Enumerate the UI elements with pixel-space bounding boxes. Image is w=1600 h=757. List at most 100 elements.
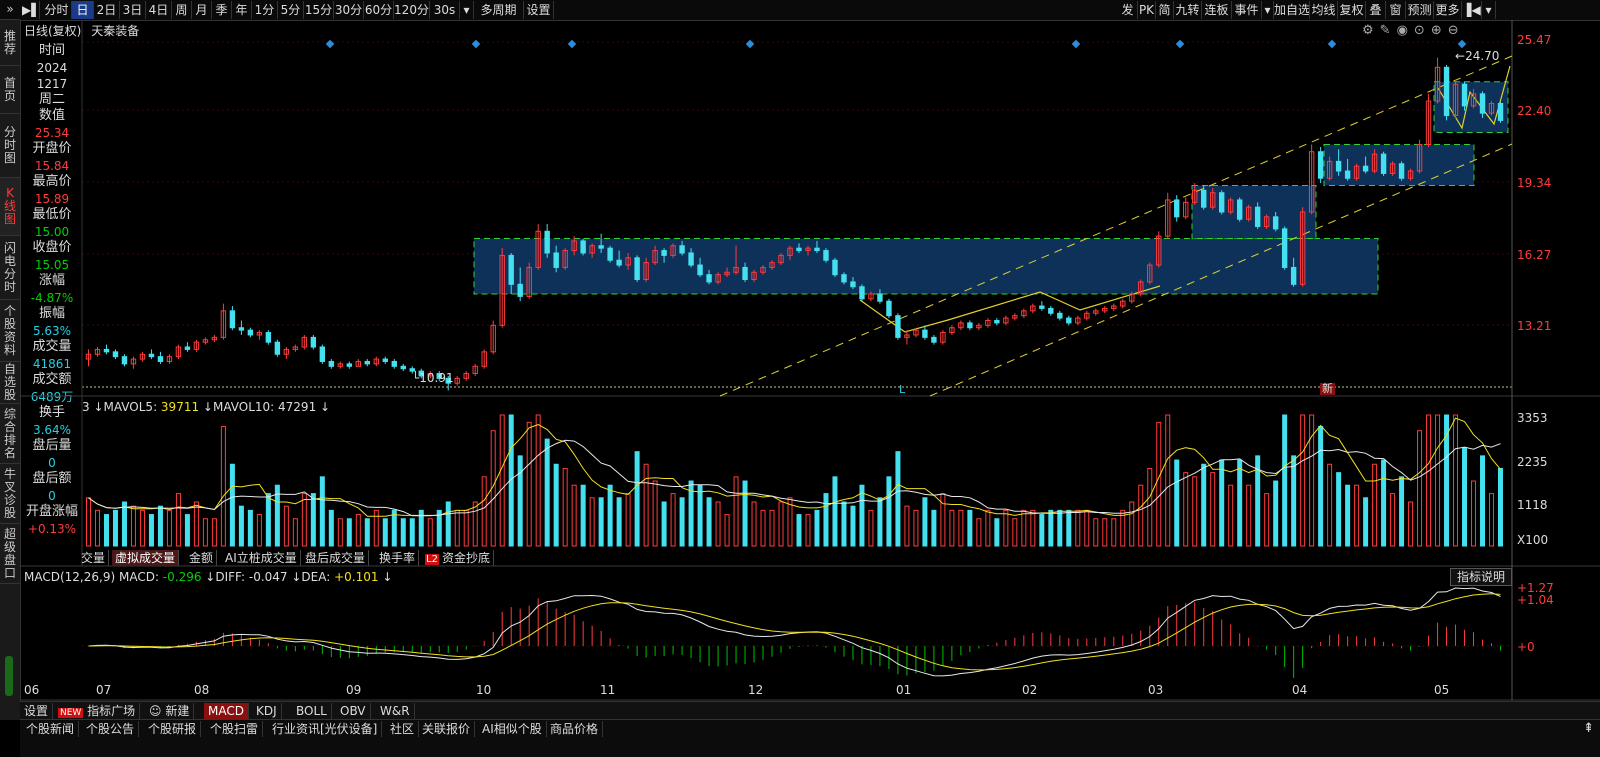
candle-body (184, 346, 191, 350)
volume-bar (1192, 476, 1198, 547)
volume-bar (886, 476, 892, 547)
candle-body (607, 247, 613, 261)
volume-tab-4[interactable]: 盘后成交量 (302, 550, 370, 566)
volume-bar (1210, 472, 1216, 547)
high-annotation: ←24.70 (1455, 49, 1500, 63)
zoom-out-icon[interactable]: ⊖ (1448, 23, 1465, 38)
scroll-handle[interactable] (5, 656, 13, 696)
indicator-settings-button[interactable]: 设置 (20, 703, 54, 719)
volume-bar (1435, 414, 1441, 547)
volume-tab-2[interactable]: 金额 (186, 550, 218, 566)
indicator-kdj[interactable]: KDJ (252, 703, 282, 719)
news-tab-7[interactable]: AI相似个股 (478, 721, 547, 737)
marker-new[interactable]: 新 (1320, 383, 1335, 395)
collapse-up-icon[interactable]: ⇞ (1583, 721, 1594, 736)
indicator-wr[interactable]: W&R (376, 703, 415, 719)
volume-bar (1138, 484, 1144, 547)
volume-bar (85, 497, 91, 547)
volume-bar (625, 493, 631, 547)
candle-body (598, 245, 604, 249)
volume-bar (364, 518, 370, 547)
volume-ma-line (88, 439, 1501, 517)
candle-body (661, 250, 667, 256)
macd-legend: MACD(12,26,9) MACD: -0.296 ↓DIFF: -0.047… (24, 570, 393, 584)
volume-tab-0[interactable]: 交量 (78, 550, 110, 566)
volume-bar (1147, 467, 1153, 547)
candle-body (1039, 305, 1045, 309)
month-label: 04 (1292, 683, 1308, 697)
volume-tab-3[interactable]: AI立桩成交量 (222, 550, 301, 566)
volume-bar (742, 480, 748, 547)
candle-body (922, 329, 928, 338)
volume-bar (1300, 414, 1306, 547)
zoom-in-icon[interactable]: ⊕ (1431, 23, 1448, 38)
volume-tab-1[interactable]: 虚拟成交量 (112, 550, 180, 566)
volume-bar (328, 509, 334, 547)
month-label: 01 (896, 683, 912, 697)
volume-bar (1489, 493, 1495, 547)
candle-body (346, 363, 353, 367)
volume-bar (994, 518, 1000, 547)
candle-body (850, 281, 856, 288)
news-bar: 个股新闻 个股公告 个股研报 个股扫雷 行业资讯[光伏设备] 社区 关联报价 AI相似个股 商品… (20, 719, 1600, 757)
candle-body (1443, 66, 1450, 117)
volume-bar (1381, 459, 1387, 547)
volume-bar (985, 509, 991, 547)
volume-bar (1246, 484, 1252, 547)
news-tab-8[interactable]: 商品价格 (546, 721, 604, 737)
news-tab-5[interactable]: 社区 (386, 721, 420, 737)
target-icon[interactable]: ⊙ (1414, 23, 1431, 38)
event-diamond (1457, 39, 1467, 49)
indicator-explain-button[interactable]: 指标说明 (1450, 568, 1512, 586)
draw-pen-icon[interactable]: ✎ (1380, 23, 1397, 38)
volume-bar (481, 476, 487, 547)
news-tab-1[interactable]: 个股公告 (82, 721, 140, 737)
news-tab-0[interactable]: 个股新闻 (22, 721, 80, 737)
low-annotation: └10.91 (412, 371, 454, 385)
news-tab-4[interactable]: 行业资讯[光伏设备] (268, 721, 383, 737)
news-tab-3[interactable]: 个股扫雷 (206, 721, 264, 737)
candle-body (1362, 165, 1369, 172)
candle-body (1236, 199, 1243, 220)
volume-bar (265, 493, 271, 547)
volume-bar (634, 451, 640, 547)
volume-legend: 3 ↓MAVOL5: 39711 ↓MAVOL10: 47291 ↓ (82, 400, 331, 414)
volume-bar (967, 509, 973, 547)
volume-bar (1084, 509, 1090, 547)
candle-body (967, 322, 973, 329)
candle-body (553, 252, 559, 268)
chart-canvas[interactable] (0, 0, 1600, 756)
volume-axis-label: 2235 (1517, 455, 1548, 469)
candle-body (247, 329, 254, 336)
volume-bar (832, 476, 838, 547)
settings-gear-icon[interactable]: ⚙ (1362, 23, 1380, 38)
volume-bar (427, 518, 433, 547)
indicator-boll[interactable]: BOLL (292, 703, 332, 719)
indicator-obv[interactable]: OBV (336, 703, 371, 719)
volume-bar (445, 501, 451, 547)
eye-icon[interactable]: ◉ (1397, 23, 1414, 38)
volume-bar (148, 514, 154, 547)
volume-bar (103, 514, 109, 547)
volume-bar (922, 497, 928, 547)
candle-body (1479, 93, 1486, 114)
candle-body (814, 247, 820, 252)
candle-body (616, 259, 622, 266)
volume-bar (247, 509, 253, 547)
volume-bar (1174, 459, 1180, 547)
news-tab-2[interactable]: 个股研报 (144, 721, 202, 737)
volume-tab-5[interactable]: 换手率 (376, 550, 420, 566)
volume-bar (157, 505, 163, 547)
month-label: 08 (194, 683, 210, 697)
candle-body (1461, 83, 1468, 107)
indicator-macd[interactable]: MACD (204, 703, 249, 719)
indicator-new-button[interactable]: ☺ 新建 (145, 703, 195, 719)
candle-body (1281, 228, 1288, 268)
volume-bar (1201, 463, 1207, 547)
volume-bar (940, 493, 946, 547)
indicator-plaza-button[interactable]: NEW 指标广场 (54, 703, 141, 719)
news-tab-6[interactable]: 关联报价 (418, 721, 476, 737)
volume-bar (1399, 476, 1405, 547)
volume-bar (859, 484, 865, 547)
volume-tab-6[interactable]: L2 资金抄底 (422, 550, 494, 566)
